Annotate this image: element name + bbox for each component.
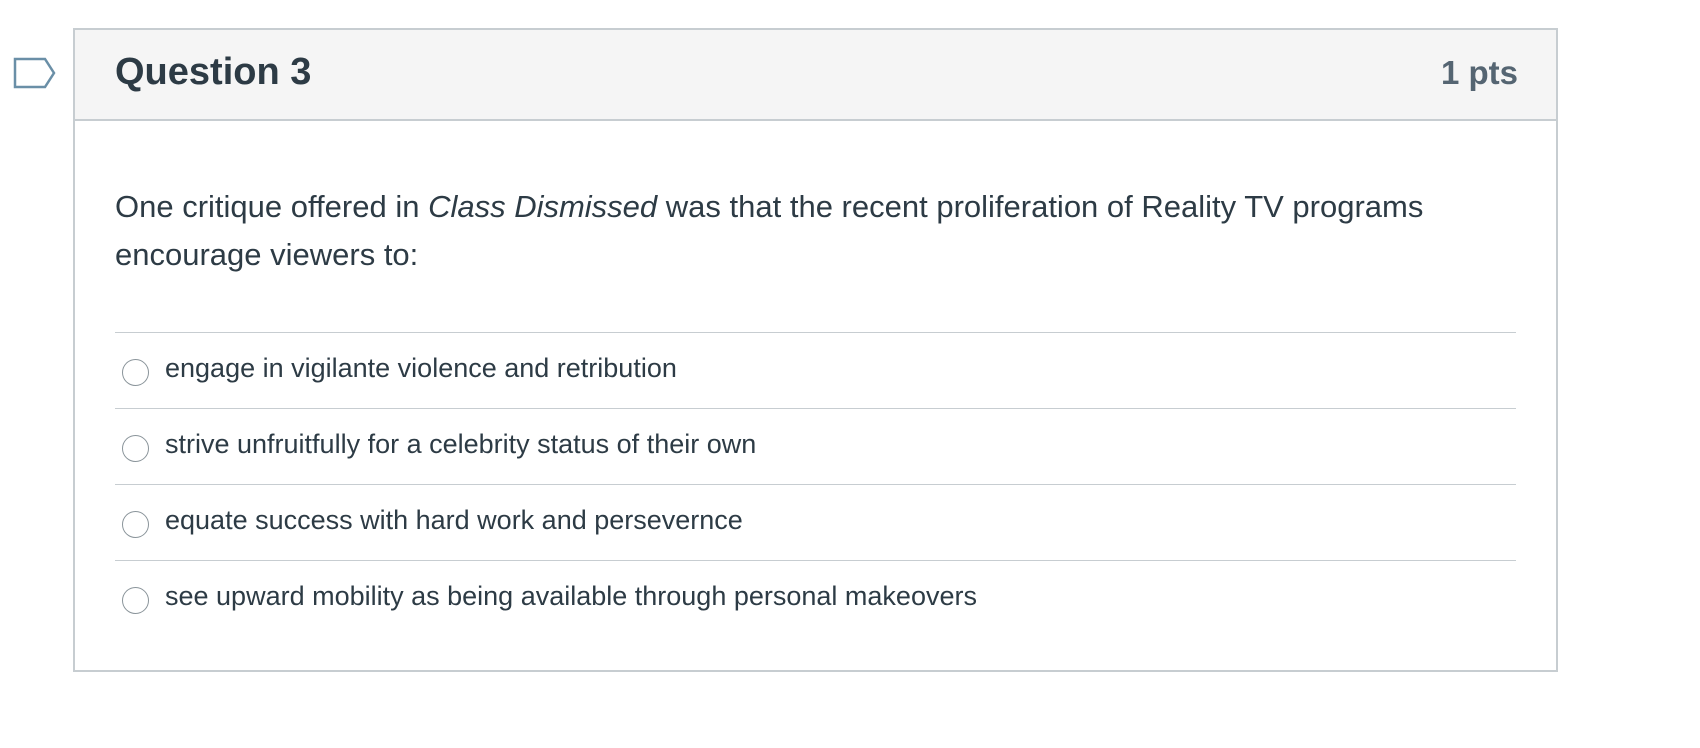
answer-option[interactable]: strive unfruitfully for a celebrity stat… [115,409,1516,485]
answer-list: engage in vigilante violence and retribu… [115,332,1516,637]
radio-button[interactable] [122,587,149,614]
radio-button[interactable] [122,359,149,386]
question-text-start: One critique offered in [115,189,429,224]
answer-label[interactable]: see upward mobility as being available t… [165,579,977,614]
answer-option[interactable]: see upward mobility as being available t… [115,561,1516,637]
question-header: Question 3 1 pts [75,30,1556,121]
answer-option[interactable]: equate success with hard work and persev… [115,485,1516,561]
question-text: One critique offered in Class Dismissed … [115,121,1515,279]
radio-button[interactable] [122,511,149,538]
question-title: Question 3 [115,51,312,93]
answer-label[interactable]: equate success with hard work and persev… [165,503,743,538]
question-points: 1 pts [1440,54,1518,91]
question-body: One critique offered in Class Dismissed … [75,121,1556,637]
answer-option[interactable]: engage in vigilante violence and retribu… [115,333,1516,409]
radio-button[interactable] [122,435,149,462]
answer-label[interactable]: engage in vigilante violence and retribu… [165,351,677,386]
question-text-title: Class Dismissed [428,189,658,224]
answer-label[interactable]: strive unfruitfully for a celebrity stat… [165,427,756,462]
question-card: Question 3 1 pts One critique offered in… [73,28,1558,672]
flag-question-icon[interactable] [13,57,57,89]
